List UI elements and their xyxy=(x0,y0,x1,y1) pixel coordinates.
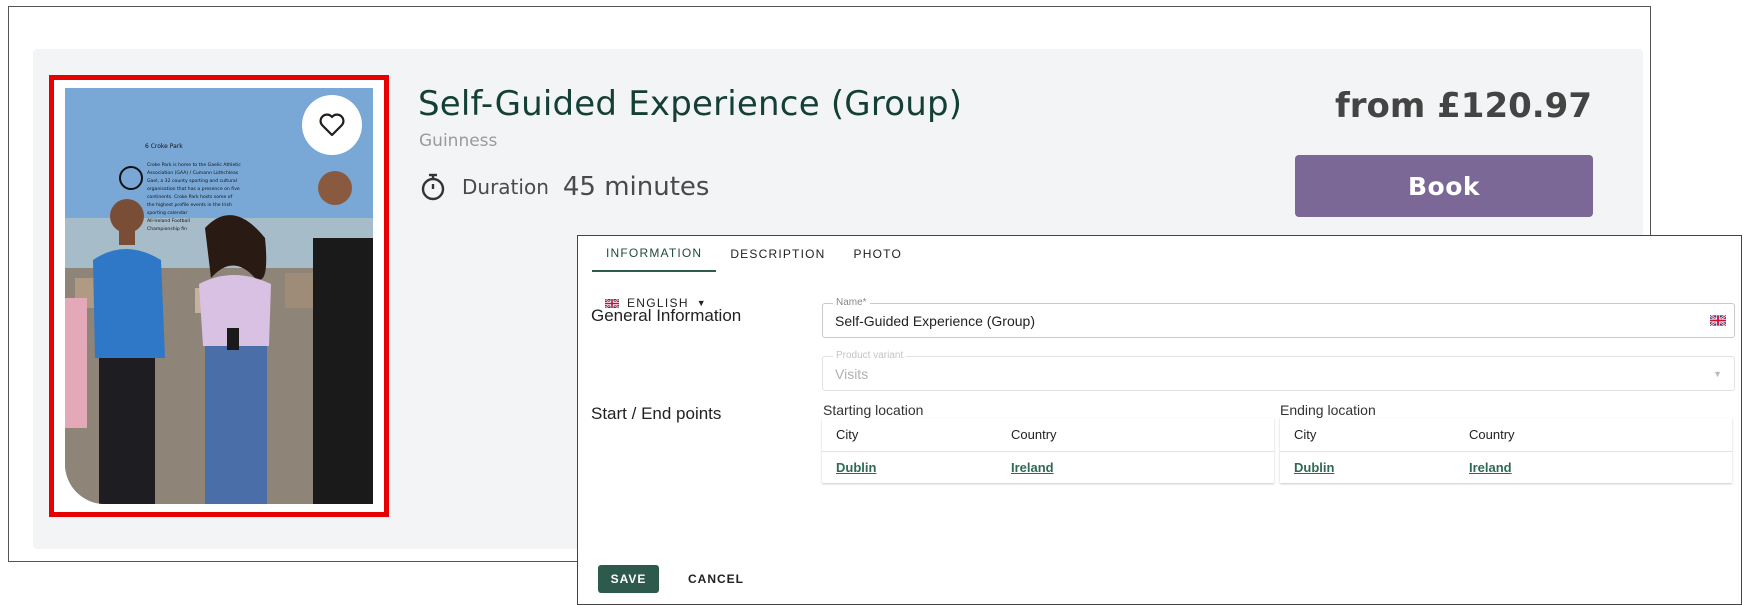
svg-text:the highest profile events in: the highest profile events in the Irish xyxy=(147,202,232,208)
general-information-title: General Information xyxy=(591,306,742,325)
supplier-name: Guinness xyxy=(419,131,498,151)
ending-location-label: Ending location xyxy=(1280,402,1376,418)
country-header: Country xyxy=(1455,418,1732,452)
caret-down-icon: ▼ xyxy=(1713,369,1722,379)
cancel-button[interactable]: CANCEL xyxy=(688,565,744,593)
svg-text:All-Ireland Football: All-Ireland Football xyxy=(147,218,190,224)
table-header-row: City Country xyxy=(822,418,1274,452)
stopwatch-icon xyxy=(421,173,445,201)
start-end-points-title: Start / End points xyxy=(591,404,722,423)
product-title: Self-Guided Experience (Group) xyxy=(418,84,963,124)
name-field-value: Self-Guided Experience (Group) xyxy=(835,313,1035,329)
city-header: City xyxy=(822,418,997,452)
city-header: City xyxy=(1280,418,1455,452)
svg-text:Association (GAA) / Cumann Lút: Association (GAA) / Cumann Lúthchleas xyxy=(147,169,239,176)
starting-location-table: City Country Dublin Ireland xyxy=(822,418,1274,483)
heart-icon xyxy=(319,113,345,137)
table-header-row: City Country xyxy=(1280,418,1732,452)
starting-city-link[interactable]: Dublin xyxy=(836,460,876,475)
duration-label: Duration xyxy=(462,175,549,199)
tab-description[interactable]: DESCRIPTION xyxy=(716,236,839,272)
svg-text:6 Croke Park: 6 Croke Park xyxy=(145,143,183,150)
svg-text:Championship fin: Championship fin xyxy=(147,226,187,232)
svg-text:Croke Park is home to the Gael: Croke Park is home to the Gaelic Athleti… xyxy=(147,162,241,168)
svg-text:sporting calendar: sporting calendar xyxy=(147,210,187,216)
favorite-button[interactable] xyxy=(302,95,362,155)
ending-country-link[interactable]: Ireland xyxy=(1469,460,1512,475)
tab-photo[interactable]: PHOTO xyxy=(840,236,916,272)
ending-location-table: City Country Dublin Ireland xyxy=(1280,418,1732,483)
starting-country-link[interactable]: Ireland xyxy=(1011,460,1054,475)
starting-location-label: Starting location xyxy=(823,402,924,418)
product-edit-panel: INFORMATION DESCRIPTION PHOTO ENGLISH ▼ … xyxy=(577,235,1742,605)
product-variant-value: Visits xyxy=(835,366,869,382)
table-row: Dublin Ireland xyxy=(822,451,1274,483)
table-row: Dublin Ireland xyxy=(1280,451,1732,483)
duration-row: Duration 45 minutes xyxy=(420,172,709,202)
price-text: from £120.97 xyxy=(1334,86,1592,126)
tab-information[interactable]: INFORMATION xyxy=(592,236,717,272)
country-header: Country xyxy=(997,418,1274,452)
book-button[interactable]: Book xyxy=(1295,155,1593,217)
product-variant-select[interactable]: Product variant Visits ▼ xyxy=(822,350,1735,391)
svg-text:continents. Croke Park hosts s: continents. Croke Park hosts some of xyxy=(147,194,233,200)
svg-text:organisation that has a presen: organisation that has a presence on five xyxy=(147,186,240,192)
product-variant-legend: Product variant xyxy=(833,350,907,362)
svg-text:Gael, a 32 county sporting and: Gael, a 32 county sporting and cultural xyxy=(147,178,237,184)
tab-bar: INFORMATION DESCRIPTION PHOTO xyxy=(578,236,916,272)
uk-flag-icon xyxy=(1710,315,1726,326)
name-field-legend: Name* xyxy=(833,297,870,309)
ending-city-link[interactable]: Dublin xyxy=(1294,460,1334,475)
duration-value: 45 minutes xyxy=(562,172,710,202)
save-button[interactable]: SAVE xyxy=(598,565,659,593)
name-field[interactable]: Name* Self-Guided Experience (Group) xyxy=(822,297,1735,338)
